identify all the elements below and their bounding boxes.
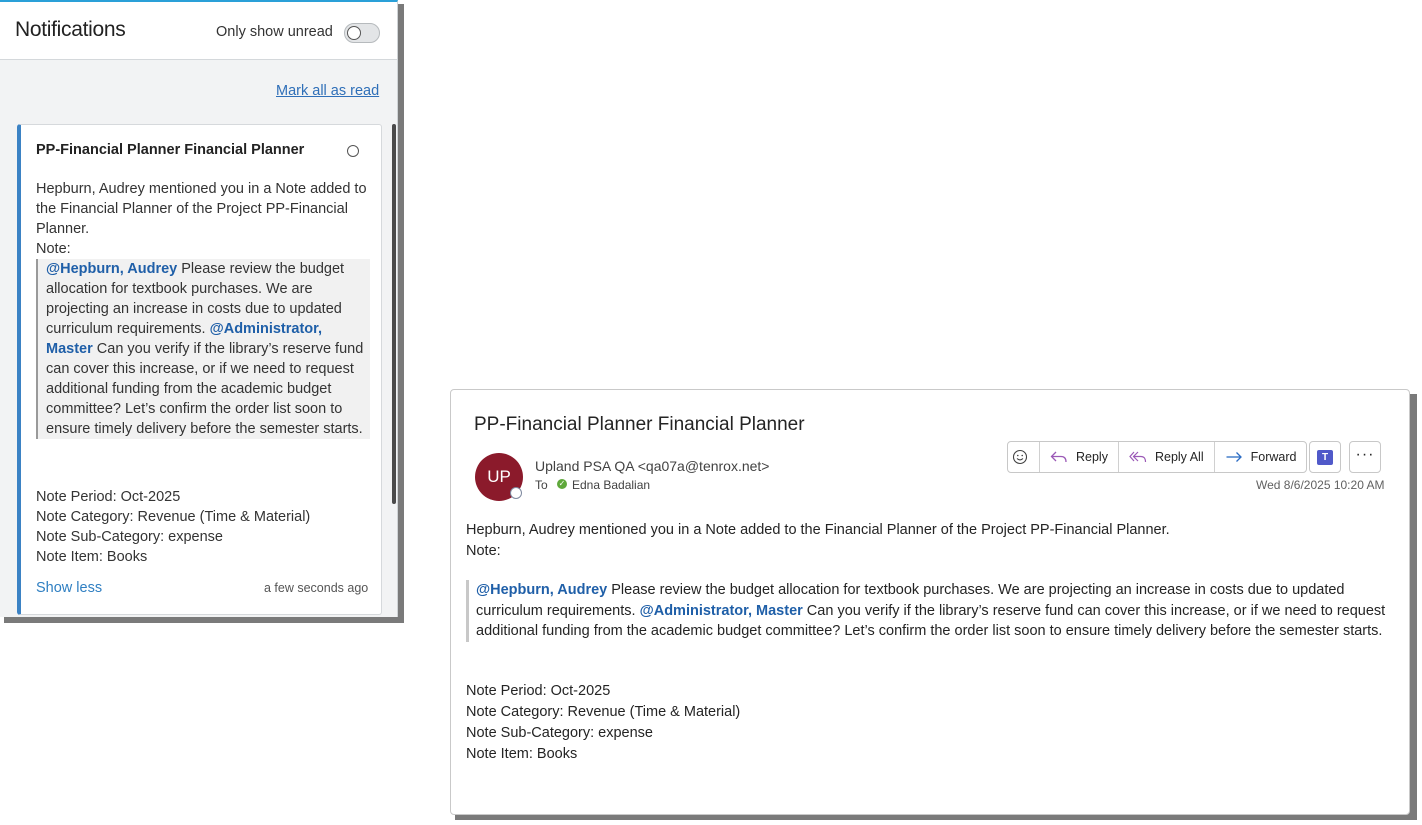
email-body: Hepburn, Audrey mentioned you in a Note … [466, 520, 1386, 765]
toggle-knob [347, 26, 361, 40]
note-subcategory: Note Sub-Category: expense [36, 529, 223, 545]
sender[interactable]: Upland PSA QA <qa07a@tenrox.net> [535, 458, 770, 474]
email-note-quote: @Hepburn, Audrey Please review the budge… [466, 580, 1386, 642]
reply-all-icon [1129, 451, 1147, 463]
note-period: Note Period: Oct-2025 [36, 489, 181, 505]
show-less-link[interactable]: Show less [36, 580, 102, 596]
mark-all-as-read-link[interactable]: Mark all as read [276, 83, 379, 99]
to-label: To [535, 478, 548, 492]
reply-icon [1050, 451, 1067, 463]
mention-link[interactable]: @Administrator, Master [640, 603, 803, 619]
note-item: Note Item: Books [36, 549, 148, 565]
note-label: Note: [36, 241, 71, 257]
note-text: Can you verify if the library’s reserve … [46, 341, 364, 437]
notification-title: PP-Financial Planner Financial Planner [36, 142, 305, 158]
teams-icon: T [1317, 449, 1333, 465]
notification-timestamp: a few seconds ago [264, 581, 369, 595]
mention-link[interactable]: @Hepburn, Audrey [476, 582, 607, 598]
note-details: Note Period: Oct-2025 Note Category: Rev… [36, 487, 310, 567]
presence-status-icon [510, 487, 522, 499]
email-panel: PP-Financial Planner Financial Planner U… [450, 389, 1410, 815]
forward-label: Forward [1250, 450, 1297, 464]
only-unread-toggle[interactable] [344, 23, 380, 43]
note-period: Note Period: Oct-2025 [466, 682, 611, 699]
notification-intro: Hepburn, Audrey mentioned you in a Note … [36, 181, 367, 237]
reply-label: Reply [1076, 450, 1108, 464]
emoji-icon [1012, 449, 1027, 465]
email-note-details: Note Period: Oct-2025 Note Category: Rev… [466, 681, 1386, 765]
note-category: Note Category: Revenue (Time & Material) [36, 509, 311, 525]
emoji-reaction-button[interactable] [1008, 442, 1040, 472]
note-category: Note Category: Revenue (Time & Material) [466, 703, 741, 720]
notification-body: Hepburn, Audrey mentioned you in a Note … [36, 179, 370, 439]
note-item: Note Item: Books [466, 745, 578, 762]
available-check-icon: ✓ [557, 479, 567, 489]
email-note-label: Note: [466, 543, 501, 559]
forward-button[interactable]: Forward [1215, 442, 1307, 472]
note-subcategory: Note Sub-Category: expense [466, 724, 653, 741]
mark-read-circle-icon[interactable] [347, 145, 359, 157]
only-unread-label: Only show unread [216, 24, 333, 40]
notifications-title: Notifications [15, 18, 126, 41]
reply-all-label: Reply All [1154, 450, 1204, 464]
reply-button[interactable]: Reply [1040, 442, 1119, 472]
scrollbar-thumb[interactable] [392, 124, 396, 504]
notifications-header: Notifications Only show unread [0, 2, 397, 60]
email-date: Wed 8/6/2025 10:20 AM [1256, 478, 1385, 492]
notification-card[interactable]: PP-Financial Planner Financial Planner H… [17, 124, 382, 615]
note-quote: @Hepburn, Audrey Please review the budge… [36, 259, 370, 439]
email-actions-toolbar: Reply Reply All Forward [1007, 441, 1308, 473]
reply-all-button[interactable]: Reply All [1119, 442, 1215, 472]
more-icon: ··· [1355, 446, 1375, 463]
mention-link[interactable]: @Hepburn, Audrey [46, 261, 177, 277]
forward-icon [1226, 452, 1242, 462]
recipient[interactable]: Edna Badalian [572, 478, 650, 492]
more-actions-button[interactable]: ··· [1349, 441, 1381, 473]
notifications-panel: Notifications Only show unread Mark all … [0, 0, 398, 617]
email-intro: Hepburn, Audrey mentioned you in a Note … [466, 522, 1170, 538]
teams-button[interactable]: T [1309, 441, 1341, 473]
email-subject: PP-Financial Planner Financial Planner [474, 414, 805, 435]
